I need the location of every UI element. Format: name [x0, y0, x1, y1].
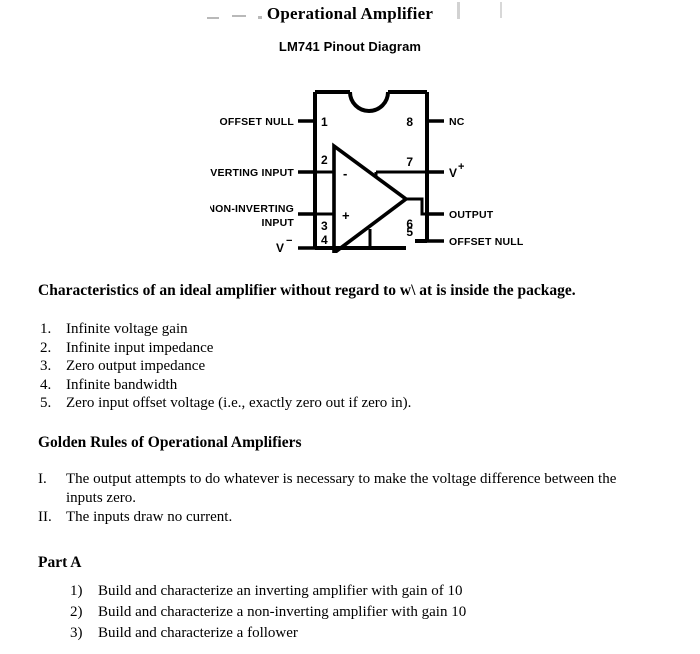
list-item: II. The inputs draw no current. — [38, 508, 658, 527]
list-item: 1) Build and characterize an inverting a… — [70, 581, 650, 602]
list-item-text: The inputs draw no current. — [66, 509, 233, 525]
list-item-marker: 1. — [40, 321, 52, 337]
list-item: 3) Build and characterize a follower — [70, 623, 650, 644]
list-item: 1. Infinite voltage gain — [40, 320, 640, 339]
pin-label-5: OFFSET NULL — [449, 236, 524, 248]
part-a-heading: Part A — [38, 554, 82, 571]
list-item-text: Build and characterize an inverting ampl… — [98, 583, 463, 599]
list-item: 5. Zero input offset voltage (i.e., exac… — [40, 394, 640, 413]
list-item-text: Infinite voltage gain — [66, 321, 188, 337]
pin-label-4-superscript: − — [286, 235, 292, 247]
list-item-marker: II. — [38, 509, 52, 525]
inverting-input-sign: - — [343, 166, 347, 181]
pin-number-8: 8 — [406, 115, 413, 129]
list-item-marker: 2) — [70, 604, 83, 620]
pin-number-3: 3 — [321, 219, 328, 233]
pin-label-7-superscript: + — [458, 161, 464, 173]
list-item-text: Build and characterize a non-inverting a… — [98, 604, 467, 620]
list-item-text: Zero input offset voltage (i.e., exactly… — [66, 395, 412, 412]
trace-output-to-pin6 — [406, 197, 427, 216]
noninverting-input-sign: + — [342, 208, 350, 223]
list-item-marker: I. — [38, 471, 47, 487]
list-item-marker: 3) — [70, 625, 83, 641]
pin-label-6: OUTPUT — [449, 209, 494, 221]
pin-label-8: NC — [449, 116, 465, 128]
pin-number-5: 5 — [406, 225, 413, 239]
list-item-marker: 3. — [40, 358, 52, 375]
pin-label-3-line1: NON-INVERTING — [210, 203, 294, 215]
pin-number-2: 2 — [321, 153, 328, 167]
pinout-diagram-caption: LM741 Pinout Diagram — [278, 39, 422, 54]
part-a-list: 1) Build and characterize an inverting a… — [70, 581, 650, 644]
lm741-pinout-diagram: 1 2 3 4 8 7 6 5 OFFSET NULL INVERTING IN… — [210, 58, 530, 253]
scan-artifact-bar — [500, 2, 502, 18]
scan-artifact-dash — [207, 17, 219, 19]
list-item: 4. Infinite bandwidth — [40, 376, 640, 395]
scan-artifact-dash — [258, 16, 262, 19]
pin-number-7: 7 — [406, 155, 413, 169]
list-item-text: Build and characterize a follower — [98, 625, 298, 641]
list-item-text: Infinite bandwidth — [66, 376, 178, 393]
pin-label-7: V — [449, 166, 457, 180]
scan-artifact-bar — [457, 2, 460, 19]
pin-number-1: 1 — [321, 115, 328, 129]
page-title: Operational Amplifier — [266, 4, 434, 23]
characteristics-heading: Characteristics of an ideal amplifier wi… — [38, 282, 576, 299]
pin-number-4: 4 — [321, 233, 328, 247]
list-item-text: Infinite input impedance — [66, 339, 214, 356]
golden-rules-list: I. The output attempts to do whatever is… — [38, 470, 658, 527]
pin-label-2: INVERTING INPUT — [210, 167, 294, 179]
list-item: 3. Zero output impedance — [40, 357, 640, 376]
package-notch — [348, 91, 390, 113]
list-item: 2) Build and characterize a non-invertin… — [70, 602, 650, 623]
golden-rules-heading: Golden Rules of Operational Amplifiers — [38, 434, 302, 451]
pin-label-4: V — [276, 241, 284, 253]
list-item-text: Zero output impedance — [66, 358, 206, 375]
pin-label-1: OFFSET NULL — [219, 116, 294, 128]
list-item-text: The output attempts to do whatever is ne… — [66, 471, 617, 506]
list-item-marker: 5. — [40, 395, 52, 412]
list-item-marker: 2. — [40, 339, 52, 356]
list-item: 2. Infinite input impedance — [40, 339, 640, 358]
characteristics-list: 1. Infinite voltage gain 2. Infinite inp… — [40, 320, 640, 413]
scan-artifact-dash — [232, 15, 246, 17]
pin-label-3-line2: INPUT — [262, 217, 295, 229]
list-item-marker: 4. — [40, 376, 52, 393]
list-item: I. The output attempts to do whatever is… — [38, 470, 658, 508]
list-item-marker: 1) — [70, 583, 83, 599]
